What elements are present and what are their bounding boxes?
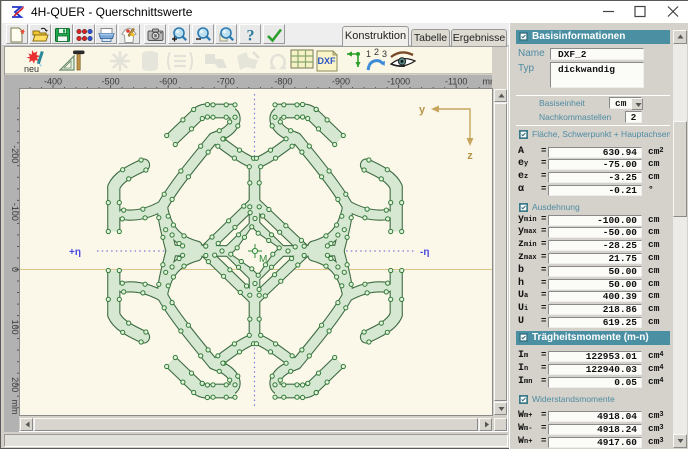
svg-text:-η: -η xyxy=(420,247,429,258)
svg-text:+η: +η xyxy=(69,247,81,258)
svg-text:mm: mm xyxy=(10,400,19,415)
svg-text:1: 1 xyxy=(366,49,371,59)
svg-text:3: 3 xyxy=(382,49,387,59)
svg-text:DXF: DXF xyxy=(318,56,337,66)
svg-text:y: y xyxy=(419,104,426,116)
svg-text:z: z xyxy=(467,150,473,162)
svg-text:?: ? xyxy=(246,28,254,45)
svg-text:2: 2 xyxy=(374,48,379,57)
svg-text:neu: neu xyxy=(24,64,39,74)
svg-text:M: M xyxy=(259,254,267,265)
svg-text:mm: mm xyxy=(483,77,493,87)
